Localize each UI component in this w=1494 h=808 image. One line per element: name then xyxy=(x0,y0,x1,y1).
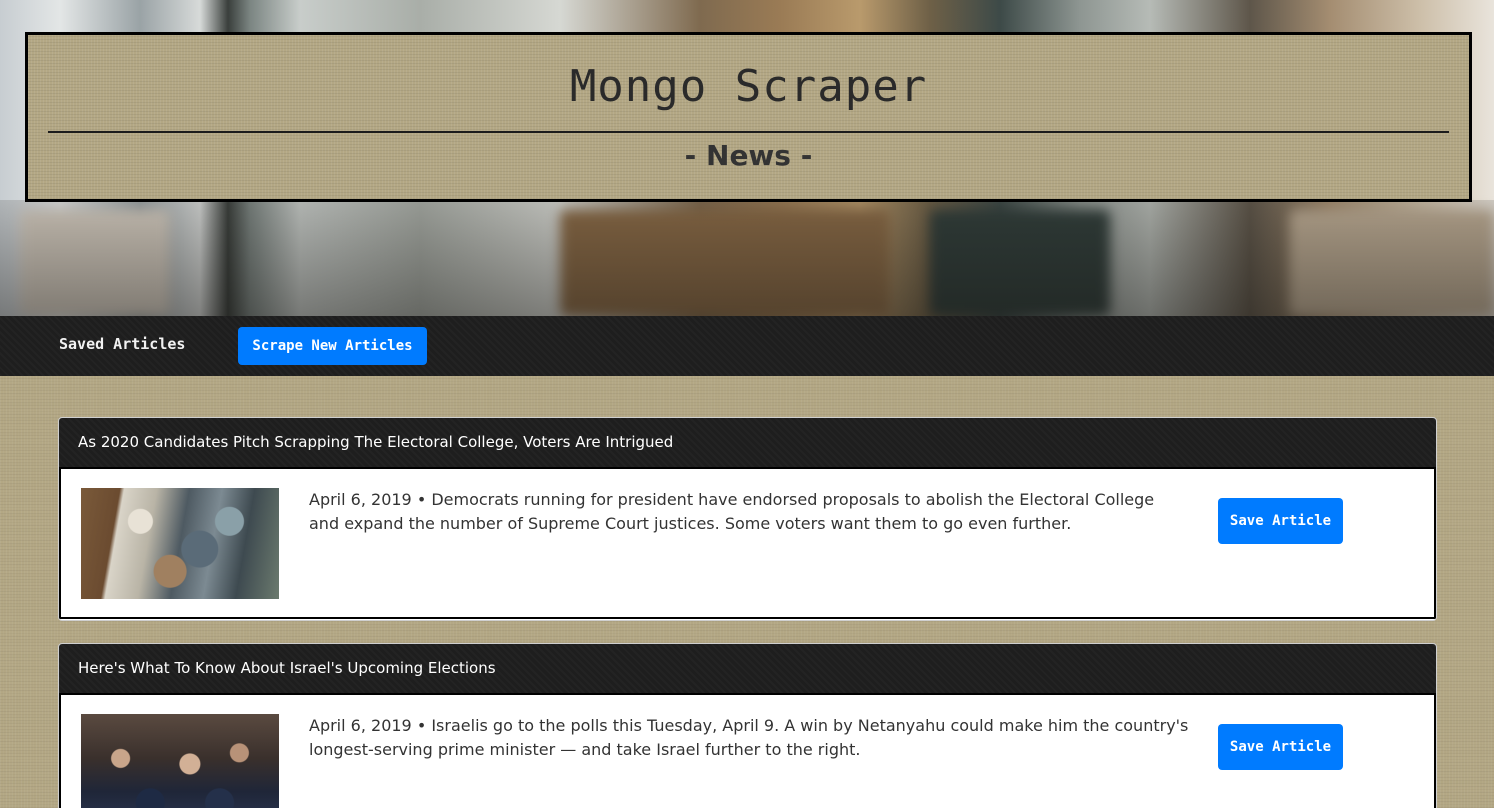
save-article-button[interactable]: Save Article xyxy=(1218,724,1343,770)
article-summary: April 6, 2019 • Democrats running for pr… xyxy=(309,490,1155,533)
article-card: Here's What To Know About Israel's Upcom… xyxy=(58,643,1437,808)
save-article-button[interactable]: Save Article xyxy=(1218,498,1343,544)
article-thumbnail[interactable] xyxy=(81,488,279,599)
article-headline[interactable]: Here's What To Know About Israel's Upcom… xyxy=(59,644,1436,695)
title-divider xyxy=(48,131,1449,133)
site-title: Mongo Scraper xyxy=(569,61,928,112)
article-card: As 2020 Candidates Pitch Scrapping The E… xyxy=(58,417,1437,621)
article-body: April 6, 2019 • Israelis go to the polls… xyxy=(59,695,1436,808)
background-photo-shade xyxy=(0,200,1494,316)
header-panel: Mongo Scraper - News - xyxy=(25,32,1472,202)
navbar: Saved Articles Scrape New Articles xyxy=(0,316,1494,376)
article-summary: April 6, 2019 • Israelis go to the polls… xyxy=(309,716,1189,759)
article-body: April 6, 2019 • Democrats running for pr… xyxy=(59,469,1436,619)
saved-articles-link[interactable]: Saved Articles xyxy=(59,335,185,353)
site-subtitle: - News - xyxy=(684,139,813,172)
scrape-new-articles-button[interactable]: Scrape New Articles xyxy=(238,327,427,365)
hero-banner: Mongo Scraper - News - xyxy=(0,0,1494,316)
article-thumbnail[interactable] xyxy=(81,714,279,808)
article-headline[interactable]: As 2020 Candidates Pitch Scrapping The E… xyxy=(59,418,1436,469)
